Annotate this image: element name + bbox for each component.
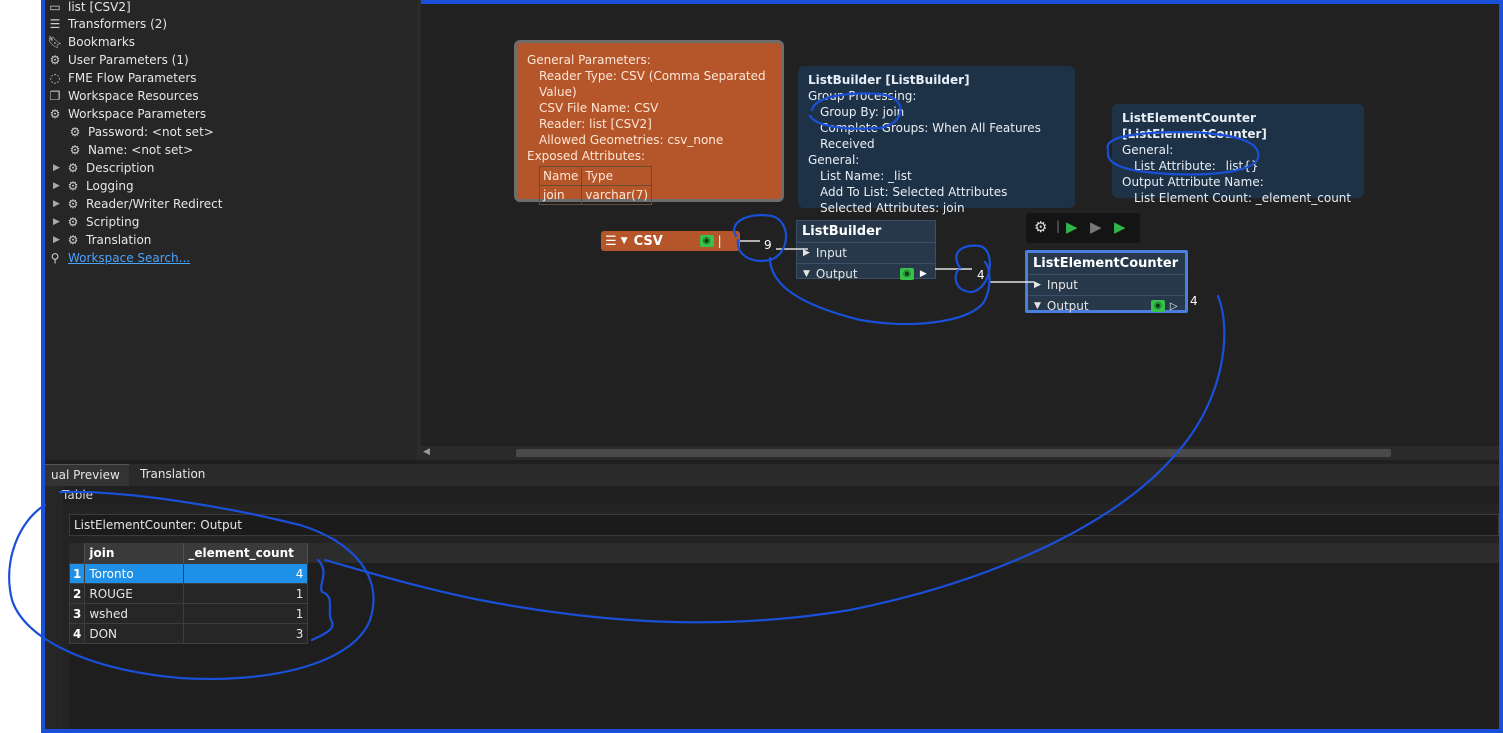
exposed-attributes-table: Name Type join varchar(7) — [538, 166, 653, 205]
chevron-down-icon[interactable]: ▼ — [1034, 301, 1041, 311]
table-row[interactable]: 1 Toronto 4 — [68, 563, 309, 584]
gear-icon: ⚙ — [67, 161, 79, 175]
gear-icon: ⚙ — [49, 107, 61, 121]
scroll-left-icon[interactable]: ◀ — [423, 447, 430, 457]
navigator-panel: ▭ list [CSV2] ☰ Transformers (2) 🔖︎ Bookmar… — [45, 0, 417, 460]
listbuilder-tooltip: ListBuilder [ListBuilder] Group Processi… — [798, 66, 1075, 215]
resources-icon: ❐ — [49, 89, 61, 103]
gear-icon: ⚙ — [69, 143, 81, 157]
transformers-icon: ☰ — [49, 17, 61, 31]
gear-icon: ⚙ — [67, 215, 79, 229]
user-parameters-icon: ⚙ — [49, 53, 61, 67]
nav-item-logging[interactable]: ▶ ⚙ Logging — [53, 177, 134, 195]
run-from-this-icon[interactable]: ▶ — [1090, 218, 1102, 236]
nav-item-name[interactable]: ⚙ Name: <not set> — [67, 141, 194, 159]
gear-icon: ⚙ — [67, 233, 79, 247]
chevron-down-icon[interactable]: ▼ — [621, 236, 628, 246]
gear-icon: ⚙ — [69, 125, 81, 139]
workspace-search-link[interactable]: ⚲ Workspace Search... — [47, 249, 190, 267]
run-partial-icon[interactable]: ▶ — [1114, 218, 1126, 236]
eye-icon[interactable]: ◉ — [899, 268, 914, 280]
counter-tooltip: ListElementCounter [ListElementCounter] … — [1112, 104, 1364, 205]
gear-icon: ⚙ — [67, 179, 79, 193]
listbuilder-input-port[interactable]: ▶ Input — [797, 242, 935, 263]
layers-icon: ☰ — [605, 233, 617, 249]
output-arrow-icon: ▶ — [919, 269, 927, 279]
nav-item-password[interactable]: ⚙ Password: <not set> — [67, 123, 214, 141]
chevron-right-icon[interactable]: ▶ — [53, 235, 65, 245]
eye-icon[interactable]: ◉ — [699, 235, 714, 247]
input-arrow-icon: ▶ — [803, 248, 810, 258]
chevron-down-icon[interactable]: ▼ — [803, 269, 810, 279]
nav-item-translation[interactable]: ▶ ⚙ Translation — [53, 231, 151, 249]
table-row[interactable]: 3 wshed 1 — [68, 603, 309, 624]
nav-item-scripting[interactable]: ▶ ⚙ Scripting — [53, 213, 139, 231]
nav-item-workspace-parameters[interactable]: ⚙ Workspace Parameters — [47, 105, 206, 123]
nav-item-reader-writer-redirect[interactable]: ▶ ⚙ Reader/Writer Redirect — [53, 195, 222, 213]
bookmark-icon: 🔖︎ — [47, 35, 63, 49]
output-port-icon[interactable]: | — [718, 234, 722, 248]
bottom-tabs: ual Preview ✕ Translation Log — [45, 464, 1499, 502]
flow-parameters-icon: ◌ — [49, 71, 61, 85]
chevron-right-icon[interactable]: ▶ — [53, 217, 65, 227]
search-icon: ⚲ — [50, 251, 60, 265]
reader-tooltip: General Parameters: Reader Type: CSV (Co… — [514, 40, 784, 205]
transformer-toolbar: ⚙ | ▶ ▶ ▶ — [1026, 213, 1140, 243]
column-header-element-count[interactable]: _element_count — [183, 543, 309, 564]
counter-output-port[interactable]: ▼ Output ◉ ▷ — [1028, 295, 1185, 316]
listbuilder-output-port[interactable]: ▼ Output ◉ ▶ — [797, 263, 935, 284]
scrollbar-thumb[interactable] — [516, 449, 1391, 457]
nav-item-user-parameters[interactable]: ⚙ User Parameters (1) — [47, 51, 189, 69]
eye-icon[interactable]: ◉ — [1150, 300, 1165, 312]
canvas-horizontal-scrollbar[interactable]: ◀ — [421, 446, 1499, 460]
preview-side-toolbar — [45, 486, 63, 729]
chevron-right-icon[interactable]: ▶ — [53, 163, 65, 173]
run-to-this-icon[interactable]: ▶ — [1066, 218, 1078, 236]
listelementcounter-node[interactable]: ListElementCounter ▶ Input ▼ Output ◉ ▷ — [1025, 250, 1188, 313]
listbuilder-node[interactable]: ListBuilder ▶ Input ▼ Output ◉ ▶ — [796, 220, 936, 281]
nav-item-bookmarks[interactable]: 🔖︎ Bookmarks — [47, 33, 135, 51]
table-row[interactable]: 4 DON 3 — [68, 623, 309, 644]
separator: | — [1056, 219, 1061, 233]
gear-icon[interactable]: ⚙ — [1034, 218, 1047, 236]
tab-visual-preview[interactable]: ual Preview ✕ — [45, 464, 129, 502]
chevron-right-icon[interactable]: ▶ — [53, 181, 65, 191]
chevron-right-icon[interactable]: ▶ — [53, 199, 65, 209]
tab-translation-log[interactable]: Translation Log — [134, 464, 230, 501]
nav-item-flow-parameters[interactable]: ◌ FME Flow Parameters — [47, 69, 197, 87]
table-row[interactable]: 2 ROUGE 1 — [68, 583, 309, 604]
preview-source-field[interactable]: ListElementCounter: Output — [69, 514, 1499, 536]
csv-feature-count[interactable]: 9 — [764, 238, 772, 252]
output-arrow-icon: ▷ — [1169, 300, 1178, 312]
column-header-join[interactable]: join — [84, 543, 185, 564]
gear-icon: ⚙ — [67, 197, 79, 211]
input-arrow-icon: ▶ — [1034, 280, 1041, 290]
nav-item-reader[interactable]: ▭ list [CSV2] — [47, 0, 130, 16]
counter-input-port[interactable]: ▶ Input — [1028, 274, 1185, 295]
csv-reader-node[interactable]: ☰ ▼ CSV ◉ | — [601, 231, 740, 251]
preview-view-label: Table — [62, 488, 94, 502]
nav-item-description[interactable]: ▶ ⚙ Description — [53, 159, 154, 177]
preview-data-table[interactable]: join _element_count 1 Toronto 4 2 ROUGE … — [68, 543, 309, 644]
nav-item-workspace-resources[interactable]: ❐ Workspace Resources — [47, 87, 199, 105]
counter-feature-count[interactable]: 4 — [1190, 294, 1198, 308]
row-number-header — [69, 543, 86, 564]
reader-icon: ▭ — [49, 0, 61, 14]
listbuilder-feature-count[interactable]: 4 — [977, 268, 985, 282]
nav-item-transformers[interactable]: ☰ Transformers (2) — [47, 15, 167, 33]
